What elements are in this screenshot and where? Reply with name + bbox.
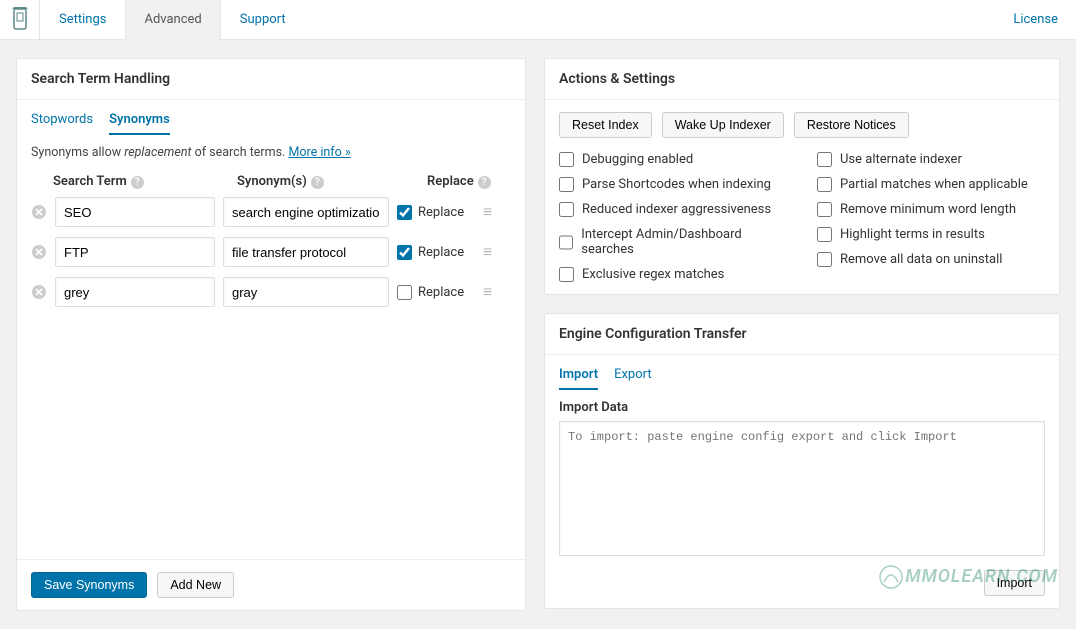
delete-row-icon[interactable] [31, 204, 47, 220]
header-replace: Replace [427, 174, 474, 189]
header-synonyms: Synonym(s) [237, 174, 307, 189]
checkbox-label: Reduced indexer aggressiveness [582, 202, 771, 217]
replace-label: Replace [418, 285, 464, 300]
import-textarea[interactable] [559, 421, 1045, 556]
watermark: MMOLEARN.COM [878, 564, 1058, 590]
delete-row-icon[interactable] [31, 284, 47, 300]
search-term-input[interactable] [55, 277, 215, 307]
desc-suffix: of search terms. [191, 145, 288, 160]
checkbox-label: Use alternate indexer [840, 152, 962, 167]
header-search-term: Search Term [53, 174, 127, 189]
replace-checkbox[interactable] [397, 245, 412, 260]
actions-panel-title: Actions & Settings [545, 59, 1059, 100]
help-icon[interactable]: ? [131, 176, 144, 189]
import-data-label: Import Data [559, 400, 1045, 415]
checkbox-parse-shortcodes[interactable] [559, 177, 574, 192]
nav-license-link[interactable]: License [995, 12, 1076, 27]
checkbox-alternate-indexer[interactable] [817, 152, 832, 167]
search-panel-title: Search Term Handling [17, 59, 525, 100]
actions-settings-panel: Actions & Settings Reset Index Wake Up I… [544, 58, 1060, 295]
checkbox-label: Remove all data on uninstall [840, 252, 1002, 267]
help-icon[interactable]: ? [478, 176, 491, 189]
checkbox-label: Partial matches when applicable [840, 177, 1028, 192]
more-info-link[interactable]: More info » [288, 145, 350, 160]
drag-handle-icon[interactable]: ≡ [483, 287, 499, 297]
checkbox-partial-matches[interactable] [817, 177, 832, 192]
checkbox-label: Debugging enabled [582, 152, 693, 167]
replace-label: Replace [418, 245, 464, 260]
checkbox-label: Exclusive regex matches [582, 267, 724, 282]
subtab-stopwords[interactable]: Stopwords [31, 112, 93, 135]
checkbox-remove-min-word[interactable] [817, 202, 832, 217]
synonym-input[interactable] [223, 277, 389, 307]
desc-em: replacement [124, 145, 191, 160]
subtab-export[interactable]: Export [614, 367, 652, 390]
checkbox-label: Remove minimum word length [840, 202, 1016, 217]
synonym-input[interactable] [223, 197, 389, 227]
replace-label: Replace [418, 205, 464, 220]
engine-panel-title: Engine Configuration Transfer [545, 314, 1059, 355]
checkbox-reduced-aggressiveness[interactable] [559, 202, 574, 217]
search-term-panel: Search Term Handling Stopwords Synonyms … [16, 58, 526, 611]
checkbox-label: Intercept Admin/Dashboard searches [581, 227, 787, 257]
subtab-synonyms[interactable]: Synonyms [109, 112, 170, 135]
checkbox-exclusive-regex[interactable] [559, 267, 574, 282]
checkbox-remove-data-uninstall[interactable] [817, 252, 832, 267]
drag-handle-icon[interactable]: ≡ [483, 247, 499, 257]
search-term-input[interactable] [55, 197, 215, 227]
synonyms-description: Synonyms allow replacement of search ter… [31, 145, 511, 160]
checkbox-intercept-admin[interactable] [559, 235, 573, 250]
subtab-import[interactable]: Import [559, 367, 598, 390]
nav-tab-support[interactable]: Support [221, 0, 305, 39]
checkbox-label: Highlight terms in results [840, 227, 985, 242]
restore-notices-button[interactable]: Restore Notices [794, 112, 909, 138]
synonym-row: Replace ≡ [31, 237, 511, 267]
nav-tab-settings[interactable]: Settings [40, 0, 125, 39]
reset-index-button[interactable]: Reset Index [559, 112, 652, 138]
app-logo [0, 0, 40, 40]
add-new-button[interactable]: Add New [157, 572, 234, 598]
nav-tab-advanced[interactable]: Advanced [125, 0, 220, 39]
replace-checkbox[interactable] [397, 285, 412, 300]
checkbox-debugging[interactable] [559, 152, 574, 167]
synonym-row: Replace ≡ [31, 277, 511, 307]
checkbox-label: Parse Shortcodes when indexing [582, 177, 771, 192]
desc-prefix: Synonyms allow [31, 145, 124, 160]
wake-up-indexer-button[interactable]: Wake Up Indexer [662, 112, 784, 138]
delete-row-icon[interactable] [31, 244, 47, 260]
synonym-row: Replace ≡ [31, 197, 511, 227]
save-synonyms-button[interactable]: Save Synonyms [31, 572, 147, 598]
drag-handle-icon[interactable]: ≡ [483, 207, 499, 217]
replace-checkbox[interactable] [397, 205, 412, 220]
help-icon[interactable]: ? [311, 176, 324, 189]
checkbox-highlight-terms[interactable] [817, 227, 832, 242]
search-term-input[interactable] [55, 237, 215, 267]
synonym-input[interactable] [223, 237, 389, 267]
